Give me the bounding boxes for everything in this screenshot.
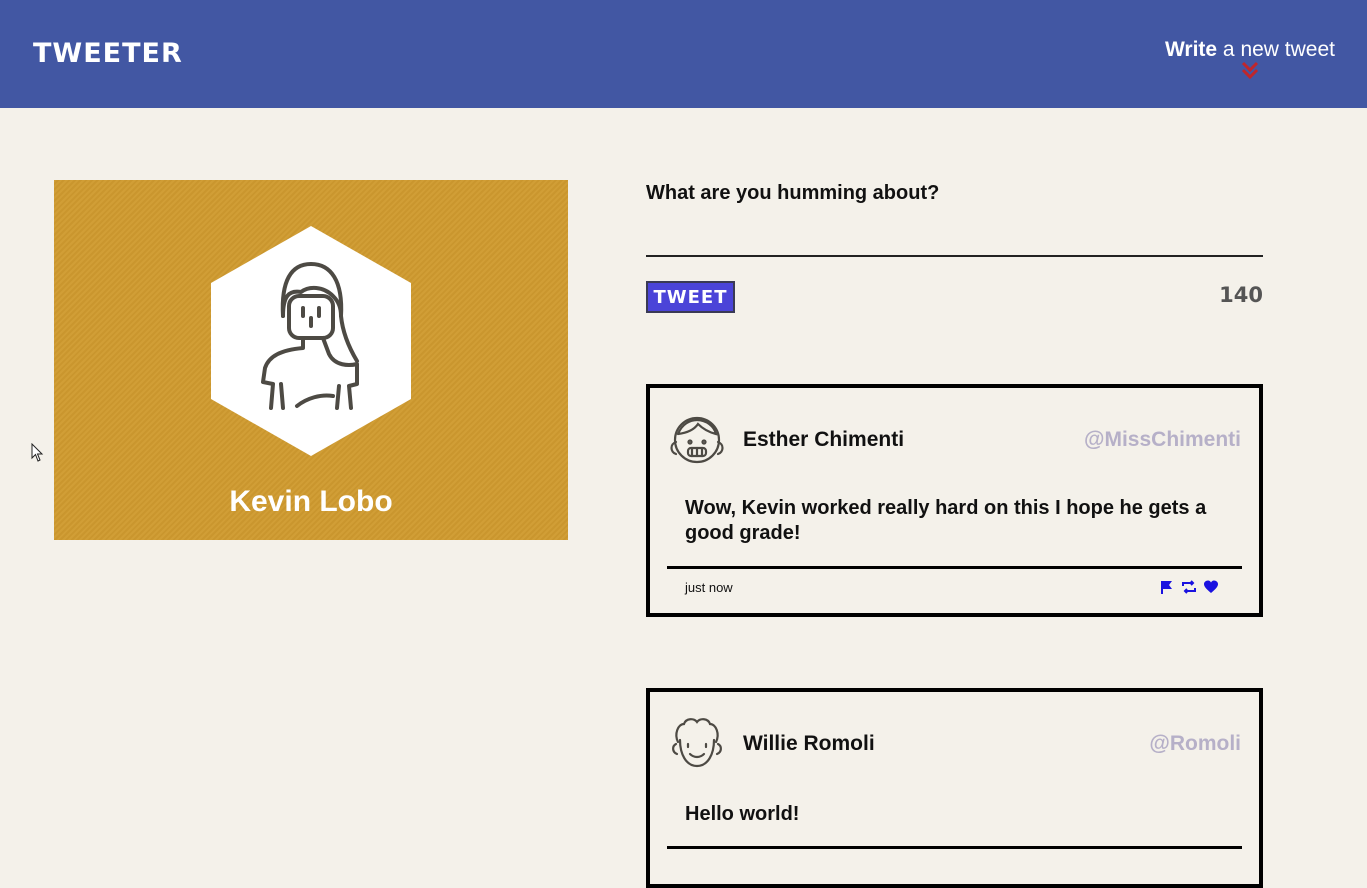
tweet-divider	[667, 846, 1242, 849]
flag-icon[interactable]	[1159, 579, 1175, 595]
retweet-icon[interactable]	[1181, 579, 1197, 595]
compose-toggle-bold: Write	[1164, 38, 1218, 61]
tweet-divider	[667, 566, 1242, 569]
heart-icon[interactable]	[1203, 579, 1219, 595]
tweet-card: Willie Romoli @Romoli Hello world!	[646, 688, 1263, 888]
compose-form: What are you humming about? TWEET 140	[646, 182, 1263, 313]
mouse-cursor-icon	[31, 443, 44, 462]
brand-logo[interactable]: TWEETER	[33, 38, 183, 69]
compose-toggle-text: a new tweet	[1217, 38, 1335, 61]
tweet-textarea[interactable]	[646, 223, 1263, 257]
profile-card: Kevin Lobo	[54, 180, 568, 540]
tweet-button[interactable]: TWEET	[646, 281, 735, 313]
write-new-tweet-toggle[interactable]: Write a new tweet	[1165, 38, 1335, 80]
character-counter: 140	[1219, 283, 1263, 307]
tweet-author-handle: @Romoli	[1149, 732, 1241, 755]
tweet-author-name: Willie Romoli	[743, 732, 875, 755]
girl-avatar-icon	[211, 226, 411, 456]
tweet-card: Esther Chimenti @MissChimenti Wow, Kevin…	[646, 384, 1263, 617]
tweet-actions	[1159, 579, 1219, 595]
tweet-text: Hello world!	[685, 803, 800, 825]
girl-pigtails-avatar-icon	[670, 416, 724, 464]
profile-name: Kevin Lobo	[229, 485, 393, 518]
tweet-timestamp: just now	[685, 580, 733, 595]
navbar: TWEETER Write a new tweet	[0, 0, 1367, 108]
curly-hair-man-avatar-icon	[672, 718, 722, 768]
tweet-author-handle: @MissChimenti	[1084, 428, 1241, 451]
tweet-author-name: Esther Chimenti	[743, 428, 905, 451]
tweet-text: Wow, Kevin worked really hard on this I …	[685, 497, 1207, 544]
double-chevron-down-icon	[1241, 61, 1259, 80]
compose-label: What are you humming about?	[646, 182, 940, 204]
